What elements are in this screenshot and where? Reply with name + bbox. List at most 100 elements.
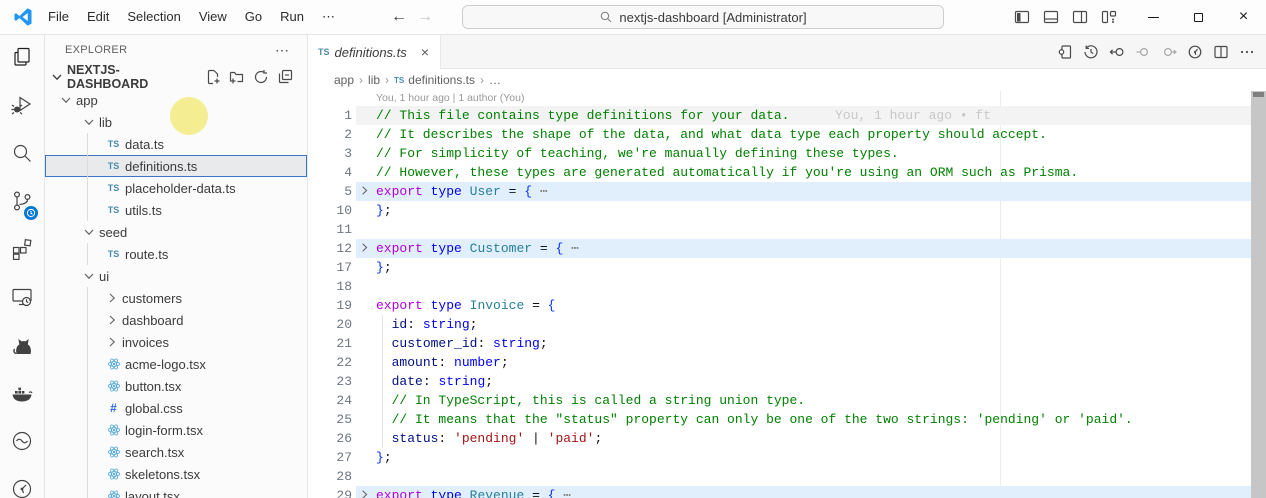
menu-selection[interactable]: Selection [118, 5, 189, 29]
activity-bottom-extension[interactable] [0, 467, 44, 498]
code-text: // For simplicity of teaching, we're man… [376, 146, 899, 161]
explorer-more-actions-icon[interactable]: ⋯ [267, 42, 297, 59]
tree-item-label: utils.ts [125, 202, 162, 218]
file-acme-logo-tsx[interactable]: acme-logo.tsx [45, 353, 307, 375]
token: // In TypeScript, this is called a strin… [376, 393, 806, 408]
workspace-name: NEXTJS-DASHBOARD [67, 63, 149, 91]
go-back-icon[interactable]: ← [386, 8, 412, 26]
tab-bar: TS definitions.ts × [308, 35, 1266, 69]
token: string [438, 374, 486, 389]
folder-dashboard[interactable]: dashboard [45, 309, 307, 331]
open-settings-icon[interactable] [1052, 40, 1078, 64]
menu-overflow-icon[interactable]: ⋯ [313, 5, 344, 29]
chevron-down-icon [81, 114, 97, 130]
wave-extension-icon [10, 429, 34, 458]
new-folder-icon[interactable] [225, 66, 249, 88]
menu-run[interactable]: Run [271, 5, 313, 29]
vertical-scrollbar[interactable] [1251, 91, 1266, 498]
previous-change-icon[interactable] [1130, 40, 1156, 64]
activity-docker[interactable] [0, 371, 44, 419]
activity-run-and-debug[interactable] [0, 83, 44, 131]
next-change-icon[interactable] [1156, 40, 1182, 64]
code-line-12: 12 export type Customer = { ⋯ [308, 239, 1266, 258]
folder-seed[interactable]: seed [45, 221, 307, 243]
token: 'paid' [547, 431, 595, 446]
activity-cat-extension[interactable] [0, 323, 44, 371]
code-editor[interactable]: You, 1 hour ago | 1 author (You) 1 // Thi… [308, 91, 1266, 498]
file-login-form-tsx[interactable]: login-form.tsx [45, 419, 307, 441]
collapse-folders-icon[interactable] [273, 66, 297, 88]
fold-chevron-right-icon[interactable] [356, 182, 372, 201]
file-search-tsx[interactable]: search.tsx [45, 441, 307, 463]
breadcrumb-item-app[interactable]: app [334, 73, 354, 87]
file-button-tsx[interactable]: button.tsx [45, 375, 307, 397]
toggle-secondary-sidebar-icon[interactable] [1065, 4, 1094, 30]
folder-customers[interactable]: customers [45, 287, 307, 309]
token: ; [383, 260, 392, 275]
tab-definitions-ts[interactable]: TS definitions.ts × [308, 35, 441, 69]
file-layout-tsx[interactable]: layout.tsx [45, 485, 307, 498]
new-file-icon[interactable] [201, 66, 225, 88]
close-button[interactable]: × [1221, 0, 1266, 35]
breadcrumb-item--[interactable]: … [489, 73, 501, 87]
menu-file[interactable]: File [39, 5, 78, 29]
gitlens-authors-codelens[interactable]: You, 1 hour ago | 1 author (You) [308, 91, 1266, 106]
maximize-button[interactable] [1176, 0, 1221, 35]
token: { [547, 298, 556, 313]
breadcrumb-separator-icon: › [479, 73, 484, 87]
menu-go[interactable]: Go [236, 5, 271, 29]
line-number: 23 [336, 374, 352, 389]
inline-blame-annotation: You, 1 hour ago • ft [835, 108, 992, 123]
token: ; [500, 355, 509, 370]
file-placeholder-data-ts[interactable]: TS placeholder-data.ts [45, 177, 307, 199]
go-back-icon[interactable] [1104, 40, 1130, 64]
ts-file-icon: TS [107, 139, 120, 149]
token: export [376, 241, 423, 256]
react-file-icon [104, 489, 123, 498]
file-skeletons-tsx[interactable]: skeletons.tsx [45, 463, 307, 485]
code-line-2: 2 // It describes the shape of the data, … [308, 125, 1266, 144]
folder-ui[interactable]: ui [45, 265, 307, 287]
more-actions-icon[interactable] [1234, 40, 1260, 64]
token: ; [485, 374, 494, 389]
activity-wave-extension[interactable] [0, 419, 44, 467]
file-utils-ts[interactable]: TS utils.ts [45, 199, 307, 221]
file-data-ts[interactable]: TS data.ts [45, 133, 307, 155]
breadcrumb-item-lib[interactable]: lib [368, 73, 380, 87]
activity-explorer[interactable] [0, 35, 44, 83]
activity-extensions[interactable] [0, 227, 44, 275]
run-and-debug-icon [10, 93, 34, 122]
fold-chevron-right-icon[interactable] [356, 486, 372, 498]
activity-search[interactable] [0, 131, 44, 179]
window-controls: × [1131, 0, 1266, 35]
minimize-button[interactable] [1131, 0, 1176, 35]
split-editor-icon[interactable] [1208, 40, 1234, 64]
file-definitions-ts[interactable]: TS definitions.ts [45, 155, 307, 177]
token: number [454, 355, 501, 370]
file-global-css[interactable]: # global.css [45, 397, 307, 419]
customize-layout-icon[interactable] [1094, 4, 1123, 30]
scrollbar-thumb[interactable] [1253, 92, 1264, 97]
activity-remote-explorer[interactable] [0, 275, 44, 323]
breadcrumb-item-definitions-ts[interactable]: TS definitions.ts [394, 73, 475, 87]
token: : [438, 431, 455, 446]
token: = [532, 241, 556, 256]
workspace-section-header[interactable]: NEXTJS-DASHBOARD [45, 63, 307, 91]
refresh-explorer-icon[interactable] [249, 66, 273, 88]
folder-app[interactable]: app [45, 89, 307, 111]
folder-invoices[interactable]: invoices [45, 331, 307, 353]
command-center-search[interactable]: nextjs-dashboard [Administrator] [462, 5, 944, 29]
menu-view[interactable]: View [190, 5, 236, 29]
toggle-panel-icon[interactable] [1036, 4, 1065, 30]
fold-chevron-right-icon[interactable] [356, 239, 372, 258]
menu-edit[interactable]: Edit [78, 5, 118, 29]
toggle-primary-sidebar-icon[interactable] [1007, 4, 1036, 30]
file-route-ts[interactable]: TS route.ts [45, 243, 307, 265]
activity-source-control[interactable] [0, 179, 44, 227]
folder-lib[interactable]: lib [45, 111, 307, 133]
tab-close-icon[interactable]: × [418, 42, 432, 62]
gitlens-annotations-icon[interactable] [1182, 40, 1208, 64]
timeline-icon[interactable] [1078, 40, 1104, 64]
code-line-5: 5 export type User = { ⋯ [308, 182, 1266, 201]
